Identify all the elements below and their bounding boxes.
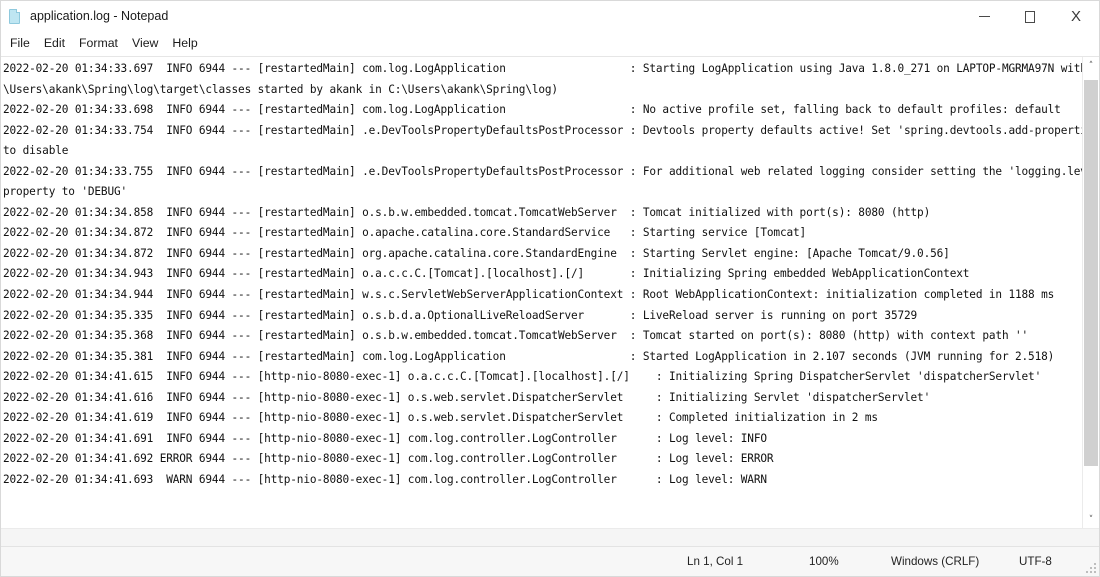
minimize-icon [978,16,990,17]
close-button[interactable]: X [1053,1,1099,32]
text-editor[interactable]: 2022-02-20 01:34:33.697 INFO 6944 --- [r… [1,57,1082,528]
title-bar-left: application.log - Notepad [1,8,168,25]
menu-bar: File Edit Format View Help [1,32,1099,57]
window-controls: X [961,1,1099,32]
log-line: 2022-02-20 01:34:41.619 INFO 6944 --- [h… [3,411,878,425]
status-line-ending[interactable]: Windows (CRLF) [881,556,1009,568]
log-line: 2022-02-20 01:34:33.755 INFO 6944 --- [r… [3,164,1082,178]
resize-grip-icon[interactable] [1086,563,1096,573]
status-bar: Ln 1, Col 1 100% Windows (CRLF) UTF-8 [1,546,1099,576]
menu-item-file[interactable]: File [3,35,37,52]
log-line: 2022-02-20 01:34:41.693 WARN 6944 --- [h… [3,472,767,486]
vertical-scroll-track[interactable] [1083,74,1099,511]
editor-area: 2022-02-20 01:34:33.697 INFO 6944 --- [r… [1,57,1099,528]
horizontal-scrollbar[interactable] [1,528,1099,546]
maximize-button[interactable] [1007,1,1053,32]
title-bar: application.log - Notepad X [1,1,1099,32]
log-line: 2022-02-20 01:34:35.335 INFO 6944 --- [r… [3,308,918,322]
log-line: 2022-02-20 01:34:33.698 INFO 6944 --- [r… [3,103,1061,117]
log-line: 2022-02-20 01:34:41.692 ERROR 6944 --- [… [3,452,774,466]
log-line: 2022-02-20 01:34:34.943 INFO 6944 --- [r… [3,267,970,281]
scroll-down-icon[interactable]: ˅ [1083,511,1099,528]
vertical-scroll-thumb[interactable] [1084,80,1098,466]
log-line: 2022-02-20 01:34:41.616 INFO 6944 --- [h… [3,390,931,404]
menu-item-help[interactable]: Help [165,35,204,52]
horizontal-scroll-track[interactable] [1,529,1099,546]
log-line: 2022-02-20 01:34:41.615 INFO 6944 --- [h… [3,370,1042,384]
notepad-document-icon [8,8,23,25]
menu-item-edit[interactable]: Edit [37,35,72,52]
log-line: 2022-02-20 01:34:33.754 INFO 6944 --- [r… [3,123,1082,137]
log-line: 2022-02-20 01:34:34.872 INFO 6944 --- [r… [3,246,950,260]
log-line: 2022-02-20 01:34:35.368 INFO 6944 --- [r… [3,329,1029,343]
minimize-button[interactable] [961,1,1007,32]
log-line: 2022-02-20 01:34:34.858 INFO 6944 --- [r… [3,205,931,219]
window-title: application.log - Notepad [30,9,169,24]
notepad-window: application.log - Notepad X File Edit Fo… [0,0,1100,577]
log-line-continuation: to disable [3,144,69,158]
menu-item-view[interactable]: View [125,35,165,52]
log-line: 2022-02-20 01:34:33.697 INFO 6944 --- [r… [3,62,1082,75]
log-line: 2022-02-20 01:34:34.872 INFO 6944 --- [r… [3,226,807,240]
menu-item-format[interactable]: Format [72,35,125,52]
log-line-continuation: property to 'DEBUG' [3,185,128,199]
log-line: 2022-02-20 01:34:35.381 INFO 6944 --- [r… [3,349,1055,363]
vertical-scrollbar[interactable]: ˄ ˅ [1082,57,1099,528]
log-line: 2022-02-20 01:34:41.691 INFO 6944 --- [h… [3,431,767,445]
status-zoom-level[interactable]: 100% [795,556,881,568]
log-line: 2022-02-20 01:34:34.944 INFO 6944 --- [r… [3,288,1055,302]
status-cursor-position: Ln 1, Col 1 [687,554,744,568]
log-text[interactable]: 2022-02-20 01:34:33.697 INFO 6944 --- [r… [3,59,1082,490]
close-icon: X [1070,8,1081,25]
scroll-up-icon[interactable]: ˄ [1083,57,1099,74]
maximize-icon [1025,10,1035,23]
log-line-continuation: \Users\akank\Spring\log\target\classes s… [3,82,558,96]
